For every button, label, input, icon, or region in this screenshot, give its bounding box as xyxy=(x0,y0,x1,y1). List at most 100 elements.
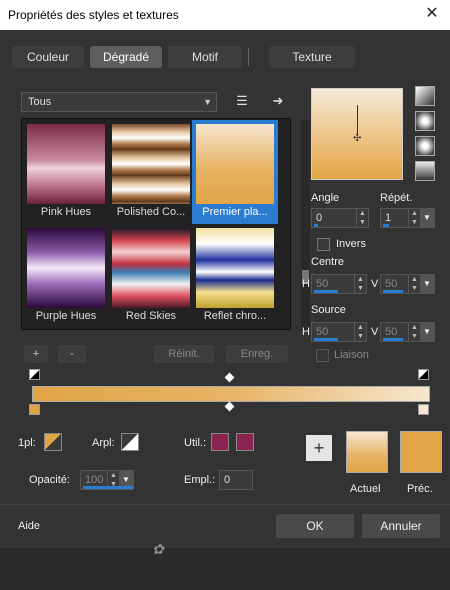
footer-divider xyxy=(0,504,450,505)
location-label: Empl.: xyxy=(184,474,216,486)
color-stop-right[interactable] xyxy=(418,404,429,415)
spinner-arrows-icon[interactable]: ▲ ▼ xyxy=(356,209,368,227)
centre-h-field[interactable]: 50 ▲ ▼ xyxy=(311,274,367,294)
centre-label: Centre xyxy=(311,256,345,268)
gradient-library: Pink Hues Polished Co... Premier pla... … xyxy=(21,118,310,330)
gradient-swatch xyxy=(112,228,190,308)
angle-field[interactable]: 0 ▲ ▼ xyxy=(311,208,369,228)
gradient-label: Red Skies xyxy=(125,310,177,322)
gradient-label: Reflet chro... xyxy=(203,310,267,322)
invert-label: Invers xyxy=(336,238,366,250)
spinner-arrows-icon[interactable]: ▲ ▼ xyxy=(354,323,366,341)
gradient-swatch xyxy=(196,228,274,308)
close-icon[interactable]: ✕ xyxy=(422,4,442,24)
repeat-label: Répét. xyxy=(380,192,413,204)
gradient-preview[interactable]: ✣ xyxy=(311,88,403,180)
opacity-value: 100 xyxy=(85,474,104,486)
gradient-item[interactable]: Reflet chro... xyxy=(194,226,276,326)
rectangular-style-icon[interactable] xyxy=(415,111,435,131)
centre-v-label: V xyxy=(371,278,379,290)
gradient-editor-bar[interactable] xyxy=(32,386,430,402)
spinner-arrows-icon[interactable]: ▲ ▼ xyxy=(408,209,420,227)
color-midpoint[interactable] xyxy=(224,401,235,412)
foreground-label: 1pl: xyxy=(18,437,36,449)
source-h-label: H xyxy=(302,326,310,338)
tab-texture[interactable]: Texture xyxy=(269,46,355,68)
location-field[interactable]: 0 xyxy=(219,470,253,490)
centre-h-label: H xyxy=(302,278,310,290)
source-h-field[interactable]: 50 ▲ ▼ xyxy=(311,322,367,342)
sunburst-style-icon[interactable] xyxy=(415,136,435,156)
gradient-label: Premier pla... xyxy=(202,206,268,218)
previous-swatch[interactable] xyxy=(400,431,442,473)
centre-v-field[interactable]: 50 ▲ ▼ ▼ xyxy=(380,274,435,294)
gradient-item[interactable]: Pink Hues xyxy=(25,122,107,222)
tab-couleur[interactable]: Couleur xyxy=(12,46,84,68)
save-gradient-button[interactable]: Enreg. xyxy=(226,345,288,363)
color-stop-left[interactable] xyxy=(29,404,40,415)
spinner-arrows-icon[interactable]: ▲ ▼ xyxy=(408,323,420,341)
source-label: Source xyxy=(311,304,346,316)
help-link[interactable]: Aide xyxy=(18,520,40,532)
tab-degrade[interactable]: Dégradé xyxy=(90,46,162,68)
angle-needle xyxy=(357,105,358,135)
gradient-swatch xyxy=(27,124,105,204)
invert-checkbox[interactable] xyxy=(317,238,330,251)
add-gradient-button[interactable]: + xyxy=(24,345,48,363)
opacity-field[interactable]: 100 ▲ ▼ ▼ xyxy=(80,470,134,490)
gradient-item[interactable]: Red Skies xyxy=(110,226,192,326)
angle-value: 0 xyxy=(316,212,323,224)
chevron-down-icon[interactable]: ▼ xyxy=(420,275,434,293)
linear-style-icon[interactable] xyxy=(415,86,435,106)
gradient-swatch xyxy=(27,228,105,308)
centre-v-value: 50 xyxy=(385,278,398,290)
chevron-down-icon[interactable]: ▼ xyxy=(420,323,434,341)
link-label: Liaison xyxy=(334,349,369,361)
ok-button[interactable]: OK xyxy=(276,514,354,538)
user-label: Util.: xyxy=(184,437,206,449)
chevron-down-icon[interactable]: ▼ xyxy=(420,209,434,227)
tab-bar: Couleur Dégradé Motif Texture xyxy=(12,46,355,70)
angle-slider-fill xyxy=(314,224,318,227)
spinner-arrows-icon[interactable]: ▲ ▼ xyxy=(354,275,366,293)
foreground-swatch[interactable] xyxy=(44,433,62,451)
gradient-label: Purple Hues xyxy=(35,310,97,322)
opacity-slider-fill xyxy=(83,486,133,489)
spinner-arrows-icon[interactable]: ▲ ▼ xyxy=(408,275,420,293)
gradient-item[interactable]: Premier pla... xyxy=(192,120,278,224)
gradient-label: Pink Hues xyxy=(40,206,92,218)
cancel-button[interactable]: Annuler xyxy=(362,514,440,538)
link-checkbox[interactable] xyxy=(316,349,329,362)
radial-style-icon[interactable] xyxy=(415,161,435,181)
tab-separator xyxy=(248,48,249,66)
background-swatch[interactable] xyxy=(121,433,139,451)
gradient-swatch xyxy=(112,124,190,204)
dialog-body: Couleur Dégradé Motif Texture Tous ▼ ☰ ➜… xyxy=(0,30,450,558)
add-swatch-icon[interactable]: + xyxy=(306,435,332,461)
reset-button[interactable]: Réinit. xyxy=(154,345,214,363)
remove-gradient-button[interactable]: - xyxy=(58,345,86,363)
source-v-label: V xyxy=(371,326,379,338)
source-h-value: 50 xyxy=(316,326,329,338)
opacity-midpoint[interactable] xyxy=(224,372,235,383)
repeat-value: 1 xyxy=(385,212,392,224)
user-color-swatch-2[interactable] xyxy=(236,433,254,451)
library-menu-icon[interactable]: ☰ xyxy=(234,93,250,109)
tab-motif[interactable]: Motif xyxy=(168,46,242,68)
repeat-field[interactable]: 1 ▲ ▼ ▼ xyxy=(380,208,435,228)
library-scrollbar[interactable] xyxy=(301,120,310,330)
opacity-stop-left[interactable] xyxy=(29,369,40,380)
opacity-stop-right[interactable] xyxy=(418,369,429,380)
gradient-item[interactable]: Purple Hues xyxy=(25,226,107,326)
category-select[interactable]: Tous ▼ xyxy=(21,92,217,112)
gradient-item[interactable]: Polished Co... xyxy=(110,122,192,222)
repeat-slider-fill xyxy=(383,224,389,227)
centre-h-value: 50 xyxy=(316,278,329,290)
arrow-right-icon[interactable]: ➜ xyxy=(270,93,286,109)
source-v-field[interactable]: 50 ▲ ▼ ▼ xyxy=(380,322,435,342)
category-select-value: Tous xyxy=(28,96,52,108)
window-title: Propriétés des styles et textures xyxy=(8,8,179,22)
previous-label: Préc. xyxy=(407,483,433,495)
current-label: Actuel xyxy=(350,483,381,495)
user-color-swatch-1[interactable] xyxy=(211,433,229,451)
